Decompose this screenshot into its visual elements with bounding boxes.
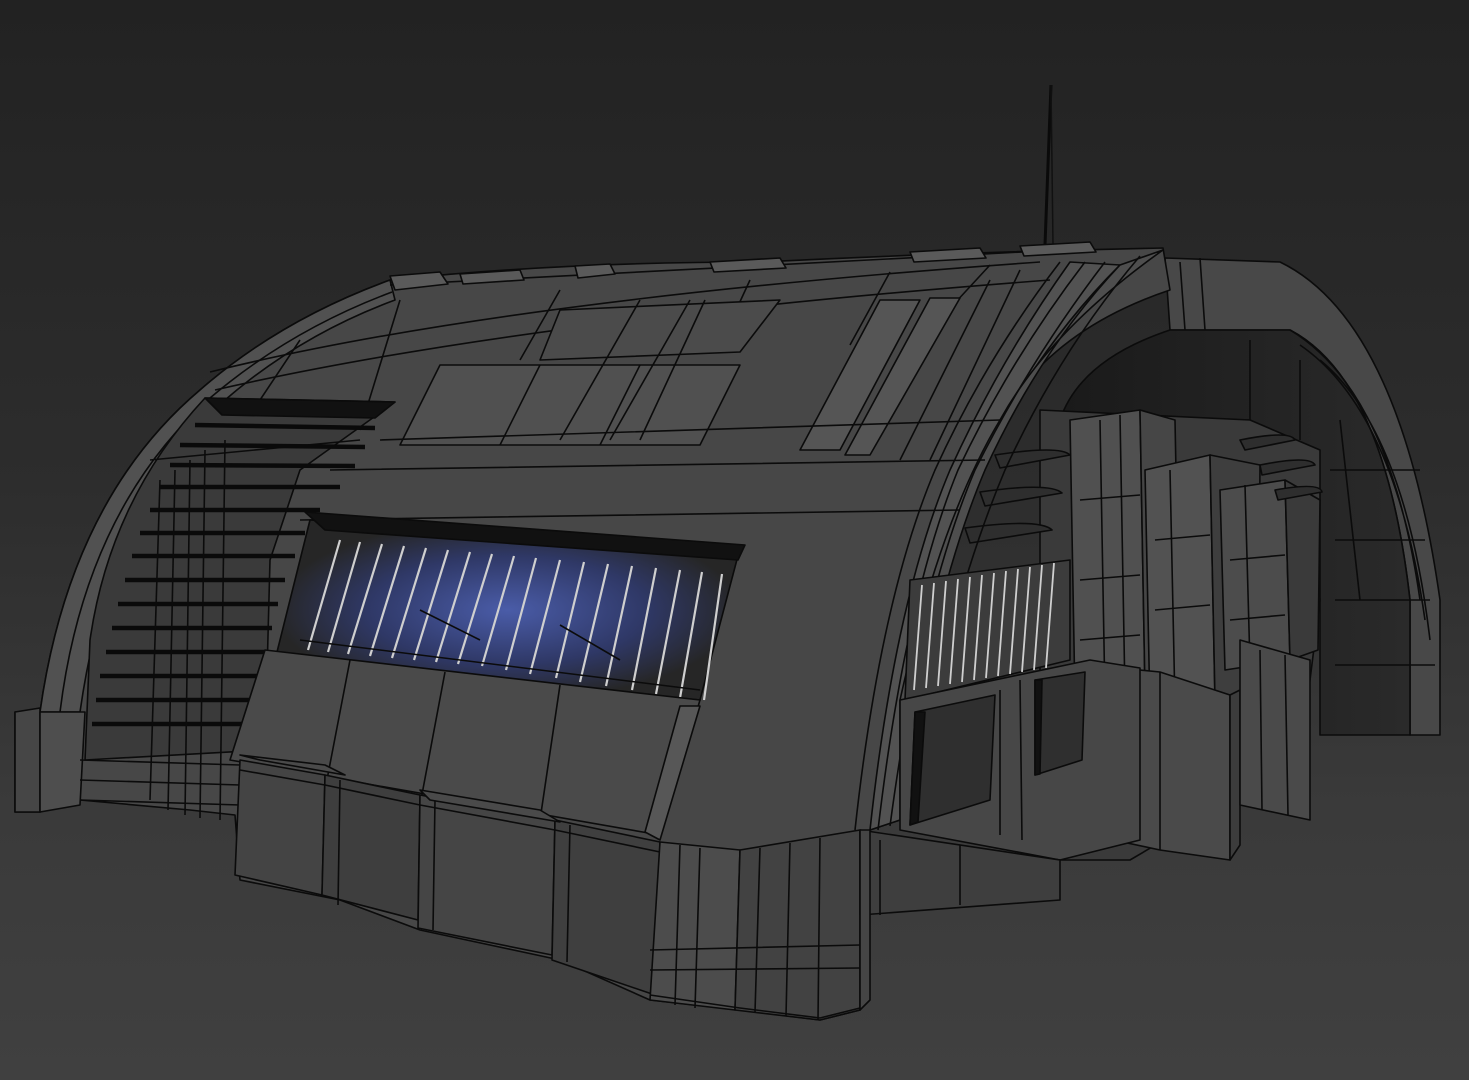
corner-pillar — [649, 829, 861, 1021]
3d-viewport[interactable] — [0, 0, 1469, 1080]
hangar-model[interactable] — [0, 0, 1469, 1080]
antenna — [1043, 84, 1054, 246]
front-wall — [229, 649, 701, 996]
